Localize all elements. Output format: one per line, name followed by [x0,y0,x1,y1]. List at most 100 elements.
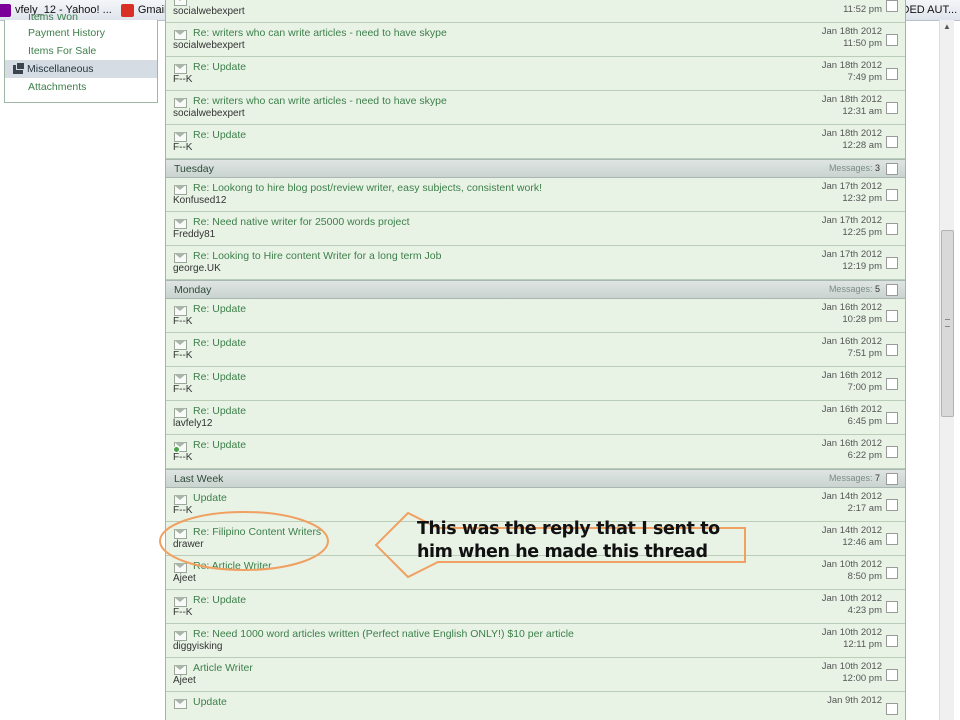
message-checkbox[interactable] [886,499,898,511]
message-checkbox[interactable] [886,567,898,579]
message-title-link[interactable]: Re: Need native writer for 25000 words p… [193,216,410,228]
sidebar-item[interactable]: Miscellaneous [5,60,157,78]
message-row[interactable]: Re: Update F--K Jan 16th 2012 6:22 pm [166,435,905,469]
message-time: 12:00 pm [842,673,882,684]
message-title-link[interactable]: Update [193,492,227,504]
message-title-link[interactable]: Re: Update [193,61,246,73]
message-checkbox[interactable] [886,257,898,269]
message-checkbox[interactable] [886,446,898,458]
message-date: Jan 16th 2012 [821,336,882,347]
message-row[interactable]: Re: Need native writer for 25000 words p… [166,212,905,246]
group-message-count: Messages: 7 [829,473,880,483]
message-date: Jan 17th 2012 [821,181,882,192]
message-time: 12:32 pm [842,193,882,204]
message-author-link[interactable]: george.UK [173,263,221,274]
message-author-link[interactable]: F--K [173,74,192,85]
message-date: Jan 17th 2012 [821,249,882,260]
message-row[interactable]: Re: writers who can write articles - nee… [166,91,905,125]
message-checkbox[interactable] [886,102,898,114]
message-checkbox[interactable] [886,669,898,681]
message-row[interactable]: Re: Update lavfely12 Jan 16th 2012 6:45 pm [166,401,905,435]
message-checkbox[interactable] [886,412,898,424]
message-row[interactable]: Re: Update F--K Jan 16th 2012 10:28 pm [166,299,905,333]
sidebar-item[interactable]: Attachments [5,78,157,96]
message-row[interactable]: Re: Update F--K Jan 16th 2012 7:51 pm [166,333,905,367]
group-select-checkbox[interactable] [886,163,898,175]
message-row[interactable]: socialwebexpert 11:52 pm [166,0,905,23]
group-name: Monday [174,284,212,296]
vertical-scrollbar[interactable]: ▲ [939,20,954,720]
scrollbar-thumb[interactable] [941,230,954,417]
message-author-link[interactable]: F--K [173,452,192,463]
message-checkbox[interactable] [886,136,898,148]
message-author-link[interactable]: diggyisking [173,641,222,652]
message-checkbox[interactable] [886,0,898,12]
message-author-link[interactable]: socialwebexpert [173,108,245,119]
message-author-link[interactable]: F--K [173,384,192,395]
message-checkbox[interactable] [886,344,898,356]
group-select-checkbox[interactable] [886,473,898,485]
message-author-link[interactable]: F--K [173,505,192,516]
message-title-link[interactable]: Re: Looking to Hire content Writer for a… [193,250,441,262]
message-author-link[interactable]: F--K [173,607,192,618]
message-author-link[interactable]: drawer [173,539,204,550]
message-author-link[interactable]: lavfely12 [173,418,212,429]
message-row[interactable]: Re: Update F--K Jan 16th 2012 7:00 pm [166,367,905,401]
message-author-link[interactable]: Ajeet [173,573,196,584]
message-row[interactable]: Re: writers who can write articles - nee… [166,23,905,57]
message-checkbox[interactable] [886,601,898,613]
group-select-checkbox[interactable] [886,284,898,296]
message-checkbox[interactable] [886,635,898,647]
message-checkbox[interactable] [886,533,898,545]
message-checkbox[interactable] [886,310,898,322]
message-title-link[interactable]: Re: Update [193,129,246,141]
message-title-link[interactable]: Re: Update [193,371,246,383]
messages-count: 3 [874,163,880,173]
message-title-link[interactable]: Re: Article Writer [193,560,272,572]
message-row[interactable]: Re: Update F--K Jan 10th 2012 4:23 pm [166,590,905,624]
message-checkbox[interactable] [886,703,898,715]
message-title-link[interactable]: Re: Update [193,303,246,315]
message-checkbox[interactable] [886,68,898,80]
message-title-link[interactable]: Re: Need 1000 word articles written (Per… [193,628,574,640]
message-title-link[interactable]: Re: Filipino Content Writers [193,526,321,538]
message-author-link[interactable]: Ajeet [173,675,196,686]
messages-count: 7 [874,473,880,483]
message-author-link[interactable]: F--K [173,350,192,361]
message-author-link[interactable]: F--K [173,142,192,153]
message-title-link[interactable]: Re: Update [193,439,246,451]
message-title-link[interactable]: Re: Update [193,594,246,606]
message-title-link[interactable]: Re: Update [193,337,246,349]
message-checkbox[interactable] [886,34,898,46]
message-checkbox[interactable] [886,223,898,235]
message-title-link[interactable]: Article Writer [193,662,253,674]
message-title-link[interactable]: Re: Lookong to hire blog post/review wri… [193,182,542,194]
message-checkbox[interactable] [886,378,898,390]
message-row[interactable]: Update Jan 9th 2012 [166,692,905,720]
message-checkbox[interactable] [886,189,898,201]
message-author-link[interactable]: Konfused12 [173,195,226,206]
message-row[interactable]: Re: Update F--K Jan 18th 2012 12:28 am [166,125,905,159]
message-row[interactable]: Update F--K Jan 14th 2012 2:17 am [166,488,905,522]
message-author-link[interactable]: F--K [173,316,192,327]
message-date: Jan 10th 2012 [821,593,882,604]
scroll-up-arrow-icon[interactable]: ▲ [940,20,954,34]
message-row[interactable]: Re: Looking to Hire content Writer for a… [166,246,905,280]
sidebar-item[interactable]: Items Won [5,14,157,24]
messages-count: 5 [874,284,880,294]
messages-label: Messages: [828,163,873,173]
sidebar-item[interactable]: Items For Sale [5,42,157,60]
message-row[interactable]: Re: Lookong to hire blog post/review wri… [166,178,905,212]
sidebar-item[interactable]: Payment History [5,24,157,42]
message-title-link[interactable]: Update [193,696,227,708]
message-title-link[interactable]: Re: writers who can write articles - nee… [193,27,447,39]
message-author-link[interactable]: Freddy81 [173,229,215,240]
message-title-link[interactable]: Re: writers who can write articles - nee… [193,95,447,107]
message-title-link[interactable]: Re: Update [193,405,246,417]
envelope-icon [174,306,187,316]
message-row[interactable]: Re: Need 1000 word articles written (Per… [166,624,905,658]
message-row[interactable]: Re: Update F--K Jan 18th 2012 7:49 pm [166,57,905,91]
message-author-link[interactable]: socialwebexpert [173,6,245,17]
message-row[interactable]: Article Writer Ajeet Jan 10th 2012 12:00 pm [166,658,905,692]
message-author-link[interactable]: socialwebexpert [173,40,245,51]
